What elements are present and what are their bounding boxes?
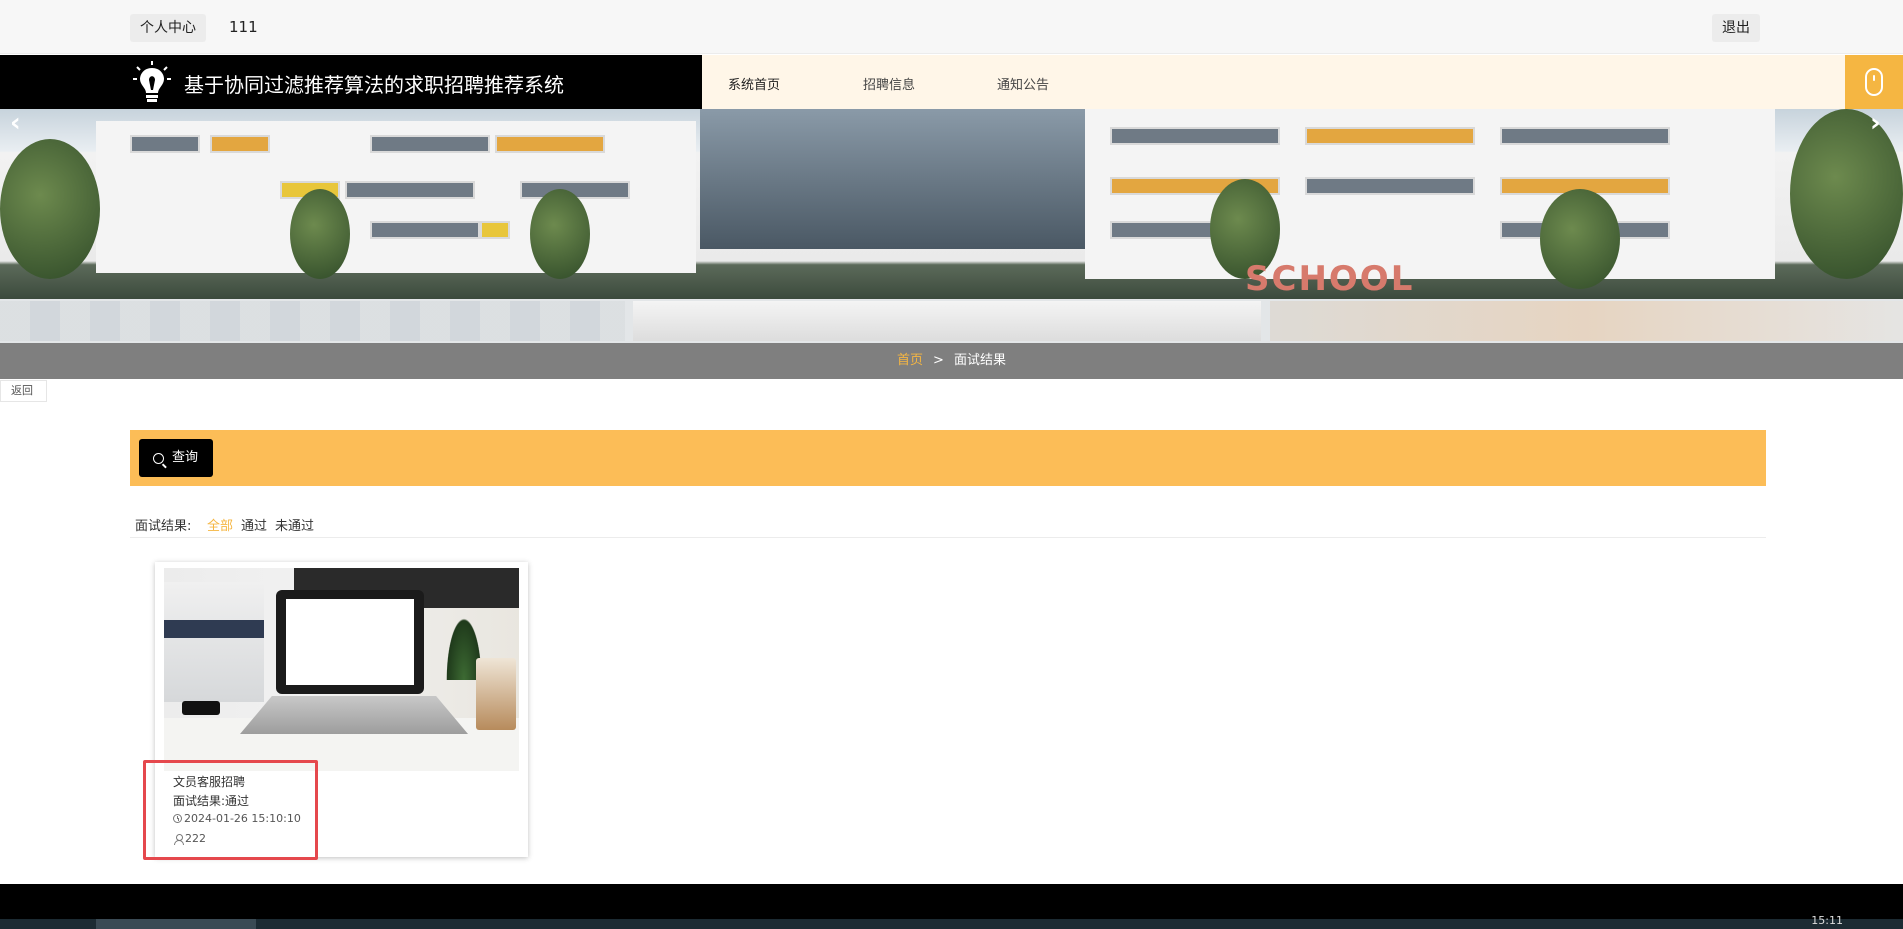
banner-next-arrow[interactable]: › [1870, 108, 1881, 138]
site-header: 基于协同过滤推荐算法的求职招聘推荐系统 系统首页 招聘信息 通知公告 [0, 55, 1903, 109]
search-bar: 查询 [130, 430, 1766, 486]
image-printer [164, 582, 264, 702]
banner-glass-section [700, 109, 1090, 249]
filter-option-failed[interactable]: 未通过 [275, 515, 314, 534]
image-laptop-base [240, 696, 468, 734]
os-taskbar: 15:11 [0, 914, 1903, 929]
nav-job-postings[interactable]: 招聘信息 [863, 74, 915, 93]
top-utility-bar: 个人中心 111 退出 [0, 0, 1903, 54]
footer [0, 884, 1903, 919]
filter-label: 面试结果: [135, 519, 192, 534]
interview-result-filter: 面试结果: 全部 通过 未通过 [130, 510, 1766, 538]
banner-tree [0, 139, 100, 279]
filter-option-passed[interactable]: 通过 [241, 515, 267, 534]
breadcrumb: 首页 > 面试结果 [0, 343, 1903, 379]
banner-thumbnail[interactable] [0, 301, 625, 341]
scroll-mouse-button[interactable] [1845, 55, 1903, 109]
banner-window [1500, 127, 1670, 145]
query-button-label: 查询 [172, 450, 199, 465]
annotation-highlight-box [143, 760, 318, 860]
breadcrumb-current: 面试结果 [953, 353, 1006, 368]
site-title: 基于协同过滤推荐算法的求职招聘推荐系统 [184, 73, 564, 97]
taskbar-app[interactable] [96, 919, 256, 929]
image-phone [182, 701, 220, 715]
banner-window [345, 181, 475, 199]
banner-tree [1540, 189, 1620, 289]
banner-window [210, 135, 270, 153]
brand[interactable]: 基于协同过滤推荐算法的求职招聘推荐系统 [0, 55, 702, 109]
breadcrumb-home-link[interactable]: 首页 [897, 353, 923, 368]
banner-window [1305, 127, 1475, 145]
nav-home[interactable]: 系统首页 [728, 74, 780, 93]
banner-carousel: SCHOOL [0, 109, 1903, 299]
banner-window [495, 135, 605, 153]
banner-tree [530, 189, 590, 279]
banner-window [1305, 177, 1475, 195]
banner-window [480, 221, 510, 239]
banner-thumbnail-strip [0, 299, 1903, 343]
banner-prev-arrow[interactable]: ‹ [10, 108, 21, 138]
banner-tree [290, 189, 350, 279]
username: 111 [229, 18, 258, 36]
banner-window [370, 135, 490, 153]
banner-window [130, 135, 200, 153]
image-laptop-screen [276, 590, 424, 694]
query-button[interactable]: 查询 [139, 439, 214, 477]
logout-button[interactable]: 退出 [1712, 14, 1760, 42]
banner-school-sign: SCHOOL [1245, 259, 1415, 299]
mouse-icon [1865, 68, 1883, 96]
banner-window [1110, 127, 1280, 145]
banner-thumbnail-active[interactable] [633, 301, 1261, 341]
taskbar-clock: 15:11 [1811, 914, 1843, 927]
filter-option-all[interactable]: 全部 [207, 515, 233, 534]
result-card-image[interactable] [164, 568, 519, 771]
image-cup [476, 658, 516, 730]
breadcrumb-separator: > [933, 353, 944, 368]
lightbulb-logo-icon [133, 61, 171, 102]
banner-thumbnail[interactable] [1270, 301, 1903, 341]
back-button[interactable]: 返回 [0, 380, 47, 402]
banner-window [370, 221, 480, 239]
banner-tree [1790, 109, 1903, 279]
profile-center-button[interactable]: 个人中心 [130, 14, 206, 42]
nav-announcements[interactable]: 通知公告 [997, 74, 1049, 93]
search-icon [153, 452, 164, 464]
